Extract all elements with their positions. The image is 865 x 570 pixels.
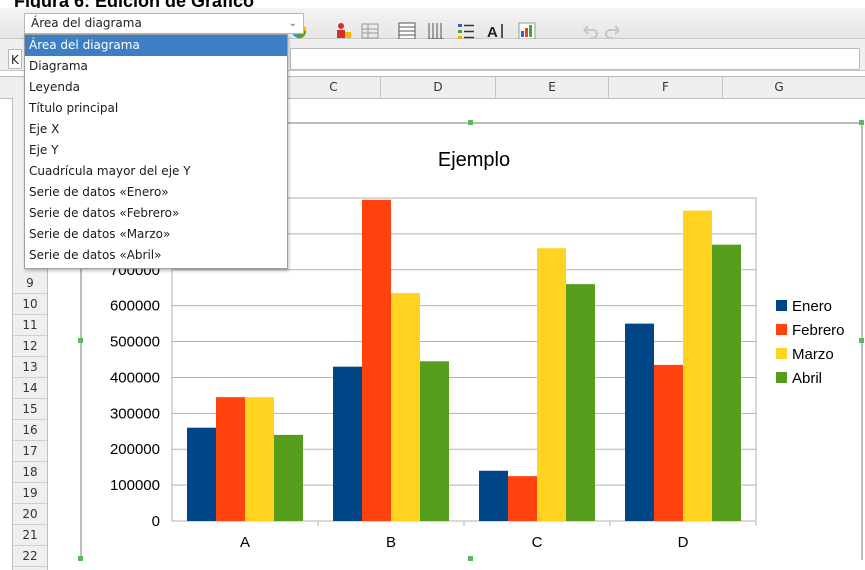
- row-header[interactable]: 22: [13, 546, 47, 567]
- undo-icon[interactable]: [580, 21, 600, 41]
- row-header[interactable]: 14: [13, 378, 47, 399]
- row-header[interactable]: 20: [13, 504, 47, 525]
- y-tick-label: 100000: [110, 477, 160, 494]
- y-tick-label: 500000: [110, 334, 160, 351]
- chart-legend: Enero Febrero Marzo Abril: [776, 298, 845, 387]
- bar-enero-d: [625, 323, 654, 521]
- row-header[interactable]: 12: [13, 336, 47, 357]
- dropdown-item-eje-y[interactable]: Eje Y: [25, 140, 287, 161]
- column-header-f[interactable]: F: [608, 77, 722, 98]
- legend-icon[interactable]: [456, 21, 476, 41]
- bar-febrero-b: [362, 199, 391, 521]
- y-tick-label: 400000: [110, 369, 160, 386]
- bar-enero-c: [479, 470, 508, 521]
- dropdown-item-cuadricula-mayor-eje-y[interactable]: Cuadrícula mayor del eje Y: [25, 161, 287, 182]
- legend-swatch: [776, 372, 787, 383]
- row-header[interactable]: 13: [13, 357, 47, 378]
- data-range-icon[interactable]: [360, 21, 380, 41]
- row-header[interactable]: 9: [13, 273, 47, 294]
- dropdown-item-area-del-diagrama[interactable]: Área del diagrama: [25, 35, 287, 56]
- dropdown-item-serie-febrero[interactable]: Serie de datos «Febrero»: [25, 203, 287, 224]
- dropdown-item-serie-marzo[interactable]: Serie de datos «Marzo»: [25, 224, 287, 245]
- row-header[interactable]: 21: [13, 525, 47, 546]
- select-chart-element-value: Área del diagrama: [31, 16, 142, 30]
- x-tick-label: A: [240, 534, 250, 551]
- legend-label: Marzo: [792, 346, 834, 363]
- column-header-c[interactable]: C: [286, 77, 380, 98]
- row-header[interactable]: 10: [13, 294, 47, 315]
- bar-marzo-a: [245, 397, 274, 521]
- y-tick-label: 0: [152, 513, 160, 530]
- y-tick-label: 600000: [110, 298, 160, 315]
- vertical-grids-icon[interactable]: [426, 21, 446, 41]
- bar-febrero-c: [508, 476, 537, 521]
- bar-abril-a: [274, 434, 303, 521]
- x-tick-label: D: [678, 534, 689, 551]
- legend-swatch: [776, 324, 787, 335]
- row-header[interactable]: 16: [13, 420, 47, 441]
- select-chart-element[interactable]: Área del diagrama ⌄: [24, 13, 304, 34]
- y-tick-label: 200000: [110, 441, 160, 458]
- dropdown-item-serie-enero[interactable]: Serie de datos «Enero»: [25, 182, 287, 203]
- dropdown-item-diagrama[interactable]: Diagrama: [25, 56, 287, 77]
- bar-marzo-d: [683, 210, 712, 522]
- bar-enero-b: [333, 366, 362, 521]
- dropdown-item-eje-x[interactable]: Eje X: [25, 119, 287, 140]
- row-header[interactable]: 18: [13, 462, 47, 483]
- y-tick-label: 300000: [110, 405, 160, 422]
- bar-abril-c: [566, 284, 595, 521]
- legend-label: Abril: [792, 370, 822, 387]
- x-tick-label: B: [386, 534, 396, 551]
- legend-swatch: [776, 300, 787, 311]
- data-table-icon[interactable]: [333, 21, 353, 41]
- chart-element-dropdown: Área del diagrama Diagrama Leyenda Títul…: [24, 34, 288, 269]
- chart-title[interactable]: Ejemplo: [438, 149, 510, 171]
- column-header-d[interactable]: D: [380, 77, 495, 98]
- dropdown-item-titulo-principal[interactable]: Título principal: [25, 98, 287, 119]
- bar-abril-b: [420, 361, 449, 521]
- name-box-value: K: [11, 53, 19, 67]
- row-header[interactable]: 11: [13, 315, 47, 336]
- bar-febrero-d: [654, 364, 683, 521]
- column-header-e[interactable]: E: [495, 77, 608, 98]
- legend-label: Febrero: [792, 322, 845, 339]
- dropdown-item-serie-abril[interactable]: Serie de datos «Abril»: [25, 245, 287, 266]
- bar-enero-a: [187, 427, 216, 521]
- legend-swatch: [776, 348, 787, 359]
- horizontal-grids-icon[interactable]: [397, 21, 417, 41]
- bar-febrero-a: [216, 397, 245, 521]
- redo-icon[interactable]: [603, 21, 623, 41]
- legend-label: Enero: [792, 298, 832, 315]
- row-header[interactable]: 19: [13, 483, 47, 504]
- bar-marzo-c: [537, 248, 566, 521]
- x-tick-label: C: [532, 534, 543, 551]
- auto-layout-icon[interactable]: [517, 21, 537, 41]
- dropdown-item-leyenda[interactable]: Leyenda: [25, 77, 287, 98]
- formula-input[interactable]: [290, 48, 860, 70]
- chevron-down-icon: ⌄: [288, 18, 297, 29]
- row-header[interactable]: 15: [13, 399, 47, 420]
- scale-text-icon[interactable]: A: [486, 21, 506, 41]
- bar-marzo-b: [391, 293, 420, 521]
- row-header[interactable]: 17: [13, 441, 47, 462]
- column-header-g[interactable]: G: [722, 77, 835, 98]
- name-box[interactable]: K: [8, 49, 22, 69]
- bar-abril-d: [712, 244, 741, 521]
